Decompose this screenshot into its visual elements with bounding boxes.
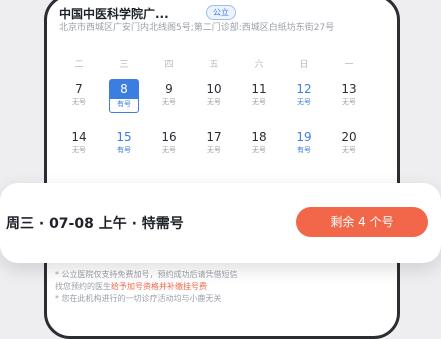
date-status: 无号 [342, 98, 356, 106]
date-status: 无号 [207, 146, 221, 154]
date-number: 10 [206, 82, 222, 96]
notice-text: * 公立医院仅支持免费加号，预约成功后请凭借短信 找您预约的医生给予加号资格并补… [55, 269, 395, 305]
date-number: 15 [116, 130, 132, 144]
notice-line-2-text: 找您预约的医生 [55, 282, 111, 291]
date-number: 13 [341, 82, 357, 96]
remaining-slots-button[interactable]: 剩余 4 个号 [296, 207, 428, 237]
slot-card[interactable]: 周三 · 07-08 上午 · 特需号 剩余 4 个号 [0, 183, 441, 263]
date-status: 无号 [342, 146, 356, 154]
date-number: 7 [75, 82, 83, 96]
date-status: 有号 [297, 146, 311, 154]
date-cell[interactable]: 9 无号 [154, 79, 184, 113]
date-cell[interactable]: 7 无号 [64, 79, 94, 113]
date-grid: 7 无号 8 有号 9 无号 10 无号 11 无号 12 无号 13 无号 1… [47, 79, 397, 199]
notice-line-1: * 公立医院仅支持免费加号，预约成功后请凭借短信 [55, 270, 238, 279]
public-badge: 公立 [206, 5, 236, 20]
date-cell[interactable]: 18 无号 [244, 127, 274, 161]
notice-line-2: 找您预约的医生给予加号资格并补缴挂号费 [55, 281, 395, 293]
date-number: 9 [165, 82, 173, 96]
date-number: 8 [110, 80, 138, 99]
date-cell[interactable]: 13 无号 [334, 79, 364, 113]
slot-description: 周三 · 07-08 上午 · 特需号 [6, 216, 184, 232]
date-status: 无号 [207, 98, 221, 106]
date-status: 无号 [252, 98, 266, 106]
notice-line-3: * 您在此机构进行的一切诊疗活动均与小鹿无关 [55, 294, 222, 303]
date-number: 17 [206, 130, 222, 144]
date-number: 11 [251, 82, 267, 96]
weekday-label: 四 [164, 60, 174, 70]
date-cell-weekend[interactable]: 12 无号 [289, 79, 319, 113]
date-status: 有号 [117, 146, 131, 154]
hospital-name[interactable]: 中国中医科学院广... [59, 5, 169, 22]
date-status: 无号 [72, 98, 86, 106]
date-cell-available[interactable]: 19 有号 [289, 127, 319, 161]
hospital-address: 北京市西城区广安门内北线阁5号;第二门诊部:西城区白纸坊东街27号 [59, 23, 335, 33]
date-cell[interactable]: 20 无号 [334, 127, 364, 161]
date-number: 19 [296, 130, 312, 144]
weekday-header: 二 三 四 五 六 日 一 [47, 57, 397, 71]
weekday-label: 三 [119, 60, 129, 70]
date-cell[interactable]: 17 无号 [199, 127, 229, 161]
weekday-label: 六 [254, 60, 264, 70]
weekday-label: 二 [74, 60, 84, 70]
date-status: 无号 [252, 146, 266, 154]
date-cell-selected[interactable]: 8 有号 [109, 79, 139, 113]
date-status: 无号 [72, 146, 86, 154]
weekday-label: 日 [299, 60, 309, 70]
date-number: 14 [71, 130, 87, 144]
date-cell[interactable]: 14 无号 [64, 127, 94, 161]
phone-frame: 中国中医科学院广... 公立 北京市西城区广安门内北线阁5号;第二门诊部:西城区… [44, 0, 400, 339]
date-status: 无号 [297, 98, 311, 106]
weekday-label: 一 [344, 60, 354, 70]
date-number: 20 [341, 130, 357, 144]
date-number: 12 [296, 82, 312, 96]
weekday-label: 五 [209, 60, 219, 70]
date-number: 18 [251, 130, 267, 144]
notice-highlight: 给予加号资格并补缴挂号费 [111, 282, 207, 291]
date-status: 无号 [162, 98, 176, 106]
date-cell[interactable]: 10 无号 [199, 79, 229, 113]
date-cell[interactable]: 16 无号 [154, 127, 184, 161]
date-status: 有号 [117, 100, 131, 108]
date-cell[interactable]: 11 无号 [244, 79, 274, 113]
date-number: 16 [161, 130, 177, 144]
date-status: 无号 [162, 146, 176, 154]
date-cell-available[interactable]: 15 有号 [109, 127, 139, 161]
